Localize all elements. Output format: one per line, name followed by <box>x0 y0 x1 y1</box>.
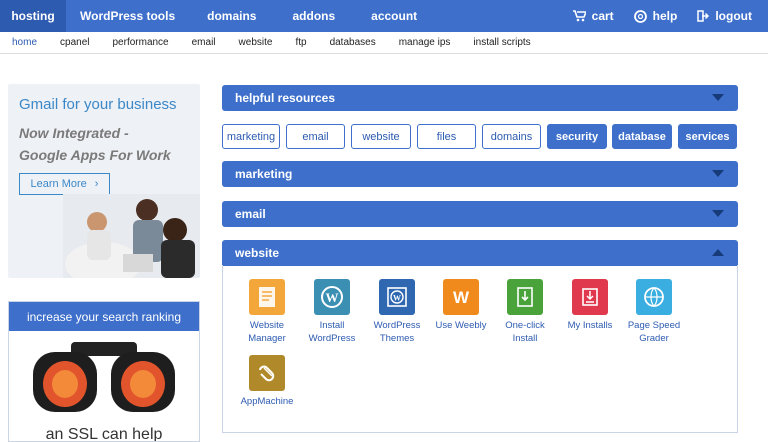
tool-website-manager[interactable]: Website Manager <box>232 279 302 345</box>
subnav-install-scripts[interactable]: install scripts <box>473 37 530 48</box>
panel-website[interactable]: website <box>222 240 738 266</box>
weebly-icon: W <box>443 279 479 315</box>
cart-icon <box>572 10 586 22</box>
cart-label: cart <box>591 9 614 23</box>
logout-label: logout <box>715 9 752 23</box>
logout-link[interactable]: logout <box>687 0 762 32</box>
subnav-manage-ips[interactable]: manage ips <box>399 37 451 48</box>
resource-email-button[interactable]: email <box>286 124 345 149</box>
panel-email[interactable]: email <box>222 201 738 227</box>
resource-security-button[interactable]: security <box>547 124 607 149</box>
chevron-right-icon: › <box>94 178 99 190</box>
people-photo <box>63 194 200 278</box>
wordpress-themes-icon: W <box>379 279 415 315</box>
subnav-cpanel[interactable]: cpanel <box>60 37 89 48</box>
tool-wordpress-themes[interactable]: W WordPress Themes <box>362 279 432 345</box>
ssl-ad-caption: an SSL can help <box>45 426 163 442</box>
page-speed-icon <box>636 279 672 315</box>
tool-label: WordPress Themes <box>373 320 421 344</box>
tool-label: Install WordPress <box>308 320 356 344</box>
resource-database-button[interactable]: database <box>612 124 672 149</box>
ssl-ad[interactable]: increase your search ranking an SSL can … <box>8 301 200 442</box>
nav-tab-wordpress-tools[interactable]: WordPress tools <box>66 0 189 32</box>
panel-helpful-resources[interactable]: helpful resources <box>222 85 738 111</box>
subnav-ftp[interactable]: ftp <box>295 37 306 48</box>
svg-text:W: W <box>393 294 401 303</box>
cart-link[interactable]: cart <box>563 0 624 32</box>
panel-email-title: email <box>235 207 266 221</box>
one-click-install-icon <box>507 279 543 315</box>
panel-marketing[interactable]: marketing <box>222 161 738 187</box>
panel-website-title: website <box>235 246 280 260</box>
subnav-performance[interactable]: performance <box>112 37 168 48</box>
subnav-databases[interactable]: databases <box>330 37 376 48</box>
chevron-down-icon <box>712 94 724 101</box>
learn-more-label: Learn More <box>30 178 87 190</box>
resource-website-button[interactable]: website <box>351 124 411 149</box>
tool-label: Page Speed Grader <box>627 320 681 344</box>
learn-more-button[interactable]: Learn More › <box>19 173 110 195</box>
tool-page-speed-grader[interactable]: Page Speed Grader <box>619 279 689 345</box>
tool-install-wordpress[interactable]: W Install WordPress <box>297 279 367 345</box>
logout-icon <box>697 10 710 22</box>
subnav-home[interactable]: home <box>12 37 37 48</box>
website-tools-panel: Website Manager W Install WordPress W Wo… <box>222 265 738 433</box>
tool-label: Use Weebly <box>435 320 487 331</box>
resource-marketing-button[interactable]: marketing <box>222 124 280 149</box>
tool-label: One-click Install <box>505 320 545 344</box>
tool-label: Website Manager <box>248 320 286 344</box>
help-link[interactable]: help <box>624 0 688 32</box>
website-manager-icon <box>249 279 285 315</box>
appmachine-icon <box>249 355 285 391</box>
chevron-up-icon <box>712 249 724 256</box>
wordpress-icon: W <box>314 279 350 315</box>
top-nav: hosting WordPress tools domains addons a… <box>0 0 768 32</box>
gmail-ad-tagline-line1: Now Integrated - <box>19 125 129 141</box>
resource-services-button[interactable]: services <box>678 124 737 149</box>
subnav-email[interactable]: email <box>192 37 216 48</box>
nav-tab-domains[interactable]: domains <box>189 0 274 32</box>
sub-nav: home cpanel performance email website ft… <box>0 32 768 54</box>
ssl-ad-header: increase your search ranking <box>9 302 199 331</box>
gmail-ad-tagline: Now Integrated - Google Apps For Work <box>19 122 171 166</box>
gmail-ad-title: Gmail for your business <box>19 96 177 113</box>
chevron-down-icon <box>712 210 724 217</box>
tool-my-installs[interactable]: My Installs <box>555 279 625 332</box>
resource-domains-button[interactable]: domains <box>482 124 541 149</box>
tool-label: AppMachine <box>240 396 294 407</box>
panel-marketing-title: marketing <box>235 167 293 181</box>
gmail-ad-tagline-line2: Google Apps For Work <box>19 147 171 163</box>
panel-helpful-resources-title: helpful resources <box>235 91 336 105</box>
nav-tab-account[interactable]: account <box>353 0 435 32</box>
subnav-website[interactable]: website <box>239 37 273 48</box>
resource-files-button[interactable]: files <box>417 124 476 149</box>
chevron-down-icon <box>712 170 724 177</box>
gmail-ad[interactable]: Gmail for your business Now Integrated -… <box>8 84 200 278</box>
svg-text:W: W <box>326 290 339 305</box>
binoculars-icon <box>33 342 175 412</box>
tool-use-weebly[interactable]: W Use Weebly <box>426 279 496 332</box>
svg-text:W: W <box>453 288 470 307</box>
tool-one-click-install[interactable]: One-click Install <box>490 279 560 345</box>
lifebuoy-icon <box>633 9 647 23</box>
nav-tab-hosting[interactable]: hosting <box>0 0 66 32</box>
tool-appmachine[interactable]: AppMachine <box>232 355 302 408</box>
my-installs-icon <box>572 279 608 315</box>
tool-label: My Installs <box>567 320 613 331</box>
help-label: help <box>652 9 678 23</box>
nav-tab-addons[interactable]: addons <box>274 0 353 32</box>
